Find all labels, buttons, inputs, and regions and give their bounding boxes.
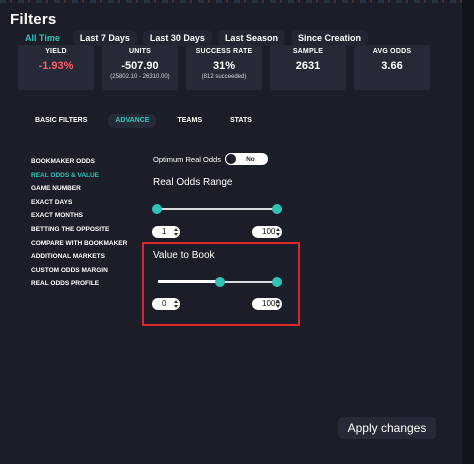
menu-item-bookmaker-odds[interactable]: BOOKMAKER ODDS <box>31 155 141 169</box>
toggle-knob <box>224 153 237 165</box>
stat-subtext: (812 succeeded) <box>201 74 247 80</box>
menu-item-custom-odds-margin[interactable]: CUSTOM ODDS MARGIN <box>31 264 141 278</box>
top-border <box>0 0 474 3</box>
real-odds-range-track <box>158 208 278 210</box>
stepper-arrows-icon[interactable] <box>173 228 178 236</box>
filter-tabs: BASIC FILTERS ADVANCE TEAMS STATS <box>28 114 273 128</box>
stat-label: AVG ODDS <box>372 48 412 55</box>
menu-item-real-odds-value[interactable]: REAL ODDS & VALUE <box>31 169 141 183</box>
menu-item-additional-markets[interactable]: ADDITIONAL MARKETS <box>31 250 141 264</box>
stat-subtext: (25802.10 - 26310.00) <box>110 74 170 80</box>
stats-row: YIELD -1.93% UNITS -507.90 (25802.10 - 2… <box>18 45 438 90</box>
stat-label: SAMPLE <box>292 48 324 55</box>
value-to-book-fill <box>158 280 220 283</box>
menu-item-betting-the-opposite[interactable]: BETTING THE OPPOSITE <box>31 223 141 237</box>
stat-label: UNITS <box>129 48 151 55</box>
optimum-real-odds-toggle[interactable]: No <box>224 153 268 165</box>
stat-value: 31% <box>212 60 236 72</box>
tab-stats[interactable]: STATS <box>223 114 259 128</box>
stat-label: YIELD <box>45 48 67 55</box>
stepper-arrows-icon[interactable] <box>173 300 178 308</box>
stepper-arrows-icon[interactable] <box>275 228 280 236</box>
tab-last-7-days[interactable]: Last 7 Days <box>72 30 137 46</box>
real-odds-range-title: Real Odds Range <box>153 177 233 188</box>
tab-all-time[interactable]: All Time <box>18 30 67 46</box>
value-to-book-max-handle[interactable] <box>272 277 282 287</box>
real-odds-range-max-handle[interactable] <box>272 204 282 214</box>
apply-changes-button[interactable]: Apply changes <box>338 417 436 439</box>
page-title: Filters <box>10 11 57 28</box>
real-odds-min-input[interactable]: 1 <box>152 226 180 238</box>
stat-card-units: UNITS -507.90 (25802.10 - 26310.00) <box>102 45 178 90</box>
menu-item-compare-with-bookmaker[interactable]: COMPARE WITH BOOKMAKER <box>31 237 141 251</box>
tab-basic-filters[interactable]: BASIC FILTERS <box>28 114 94 128</box>
value-to-book-max-input[interactable]: 1000 <box>252 298 282 310</box>
tab-teams[interactable]: TEAMS <box>170 114 209 128</box>
real-odds-range-min-handle[interactable] <box>152 204 162 214</box>
optimum-real-odds-row: Optimum Real Odds No <box>153 153 268 165</box>
stat-value: 2631 <box>295 60 321 72</box>
stepper-arrows-icon[interactable] <box>275 300 280 308</box>
stat-value: 3.66 <box>381 60 403 72</box>
toggle-state-label: No <box>246 155 255 163</box>
stat-value: -1.93% <box>38 60 74 72</box>
tab-last-season[interactable]: Last Season <box>217 30 285 46</box>
menu-item-real-odds-profile[interactable]: REAL ODDS PROFILE <box>31 277 141 291</box>
stat-card-sample: SAMPLE 2631 <box>270 45 346 90</box>
real-odds-max-value: 100 <box>262 227 276 236</box>
menu-item-game-number[interactable]: GAME NUMBER <box>31 182 141 196</box>
menu-item-exact-months[interactable]: EXACT MONTHS <box>31 209 141 223</box>
real-odds-min-value: 1 <box>162 227 167 236</box>
stat-value: -507.90 <box>121 60 159 72</box>
real-odds-max-input[interactable]: 100 <box>252 226 282 238</box>
time-range-tabs: All Time Last 7 Days Last 30 Days Last S… <box>18 30 374 46</box>
stat-card-yield: YIELD -1.93% <box>18 45 94 90</box>
stat-card-success-rate: SUCCESS RATE 31% (812 succeeded) <box>186 45 262 90</box>
value-to-book-min-handle[interactable] <box>215 277 225 287</box>
menu-item-exact-days[interactable]: EXACT DAYS <box>31 196 141 210</box>
stat-label: SUCCESS RATE <box>195 48 253 55</box>
value-to-book-min-input[interactable]: 0 <box>152 298 180 310</box>
tab-last-30-days[interactable]: Last 30 Days <box>142 30 212 46</box>
optimum-real-odds-label: Optimum Real Odds <box>153 154 221 164</box>
tab-advance[interactable]: ADVANCE <box>108 114 157 128</box>
advanced-filter-menu: BOOKMAKER ODDS REAL ODDS & VALUE GAME NU… <box>31 155 141 291</box>
stat-card-avg-odds: AVG ODDS 3.66 <box>354 45 430 90</box>
scrollbar[interactable] <box>462 0 474 464</box>
tab-since-creation[interactable]: Since Creation <box>290 30 368 46</box>
value-to-book-title: Value to Book <box>153 250 215 261</box>
value-to-book-min-value: 0 <box>162 299 167 308</box>
